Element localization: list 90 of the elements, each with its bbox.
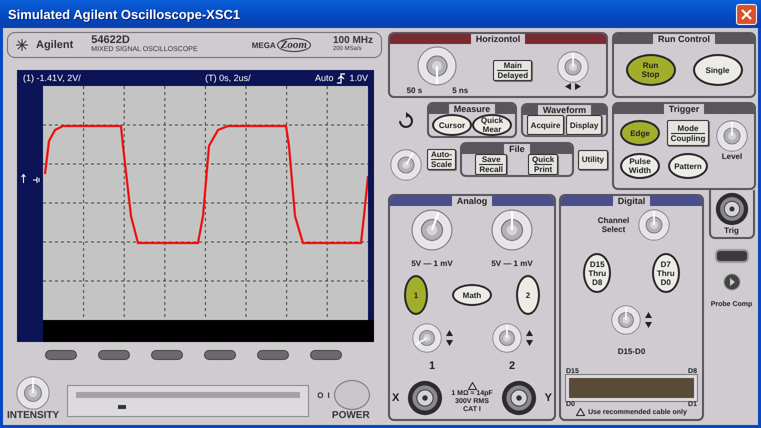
input-number: 2 — [508, 360, 516, 372]
knob-icon[interactable] — [491, 209, 533, 251]
trig-input-label: Trig — [724, 226, 739, 235]
mode-coupling-button[interactable]: Mode Coupling — [666, 120, 710, 146]
digital-channel-button[interactable]: D7 Thru D0 — [652, 253, 680, 293]
save-recall-button[interactable]: Save Recall — [475, 154, 507, 175]
knob-icon[interactable] — [492, 322, 522, 353]
softkey-button[interactable] — [45, 350, 77, 360]
scale-label: 5 ns — [452, 86, 468, 94]
knob-icon[interactable] — [417, 46, 458, 86]
warning-icon — [576, 408, 586, 416]
knob-icon[interactable] — [611, 305, 641, 335]
power-off-symbol: O — [317, 390, 324, 400]
section-title: Digital — [612, 196, 650, 206]
axis-label: Y — [544, 392, 552, 404]
knob-icon[interactable] — [557, 50, 590, 82]
channel-button[interactable]: 2 — [516, 275, 540, 316]
scale-label: 50 s — [406, 86, 422, 94]
knob-icon[interactable] — [716, 120, 748, 152]
brand-name: Agilent — [36, 39, 74, 51]
utility-button[interactable]: Utility — [578, 150, 608, 170]
section-title: Horizontol — [470, 34, 526, 44]
softkey-button[interactable] — [204, 350, 236, 360]
intensity-label: INTENSITY — [7, 410, 60, 421]
softkey-button[interactable] — [151, 350, 183, 360]
range-label: 5V — 1 mV — [411, 258, 453, 268]
auto-scale-button[interactable]: Auto- Scale — [427, 149, 456, 170]
quick-measure-button[interactable]: Quick Mear — [472, 114, 512, 136]
input-number: 1 — [428, 360, 436, 372]
knob-icon[interactable] — [411, 209, 453, 251]
power-button[interactable] — [334, 380, 370, 410]
window-title: Simulated Agilent Oscilloscope-XSC1 — [8, 6, 242, 22]
section-title: Run Control — [653, 34, 715, 44]
level-label: Level — [722, 152, 742, 161]
section-title: Analog — [452, 196, 492, 206]
run-stop-button[interactable]: Run Stop — [626, 54, 676, 86]
trigger-level: 1.0V — [349, 73, 368, 83]
model-number: 54622D — [91, 35, 131, 45]
ground-marker-icon — [33, 176, 41, 184]
digital-channel-button[interactable]: D15 Thru D8 — [583, 253, 612, 293]
bnc-connector-icon — [501, 380, 538, 416]
rotate-arrow-icon — [397, 112, 415, 130]
softkey-button[interactable] — [98, 350, 130, 360]
knob-icon[interactable] — [16, 376, 50, 410]
timebase-readout: (T) 0s, 2us/ — [204, 73, 251, 83]
power-on-symbol: I — [327, 390, 330, 400]
up-down-arrows-icon — [446, 330, 452, 346]
warning-icon — [468, 382, 476, 390]
channel-readout: (1) -1.41V, 2V/ — [23, 73, 81, 83]
acquire-button[interactable]: Acquire — [526, 115, 564, 135]
channel-select-label: Channel Select — [596, 216, 630, 234]
softkey-button[interactable] — [310, 350, 342, 360]
cursor-button[interactable]: Cursor — [432, 114, 472, 136]
section-title: Measure — [448, 104, 496, 114]
single-button[interactable]: Single — [692, 54, 742, 86]
position-label: D15-D0 — [618, 347, 646, 356]
display-button[interactable]: Display — [566, 115, 602, 135]
knob-icon[interactable] — [390, 148, 422, 180]
bnc-connector-icon — [406, 380, 443, 416]
knob-icon[interactable] — [412, 322, 442, 353]
edge-button[interactable]: Edge — [620, 120, 660, 146]
section-title: Waveform — [538, 105, 592, 115]
probe-comp-terminal-icon — [722, 273, 740, 291]
close-button[interactable] — [736, 4, 757, 24]
ground-terminal-icon — [714, 249, 748, 263]
close-icon — [741, 8, 752, 20]
knob-icon[interactable] — [638, 209, 670, 241]
left-right-arrows-icon — [565, 82, 582, 90]
math-button[interactable]: Math — [452, 284, 492, 306]
power-label: POWER — [332, 410, 370, 421]
up-arrow-icon — [21, 174, 26, 183]
channel-button[interactable]: 1 — [404, 275, 428, 316]
softkey-button[interactable] — [257, 350, 289, 360]
range-label: 5V — 1 mV — [491, 258, 533, 268]
trigger-mode: Auto — [314, 73, 334, 83]
pulse-width-button[interactable]: Pulse Width — [620, 153, 660, 179]
section-title: Trigger — [664, 104, 704, 114]
main-delayed-button[interactable]: Main Delayed — [493, 60, 532, 80]
section-title: File — [504, 144, 530, 154]
bandwidth-label: 100 MHz — [332, 36, 373, 45]
sunburst-logo-icon — [16, 39, 28, 51]
logo-text: Zoom — [276, 38, 311, 52]
up-down-arrows-icon — [526, 330, 532, 346]
axis-label: X — [392, 392, 400, 404]
pattern-button[interactable]: Pattern — [668, 153, 708, 179]
logo-text: MEGA — [252, 40, 276, 50]
rising-edge-icon — [337, 72, 346, 84]
bnc-connector-icon — [714, 192, 748, 226]
up-down-arrows-icon — [645, 312, 652, 328]
quick-print-button[interactable]: Quick Print — [528, 154, 558, 175]
